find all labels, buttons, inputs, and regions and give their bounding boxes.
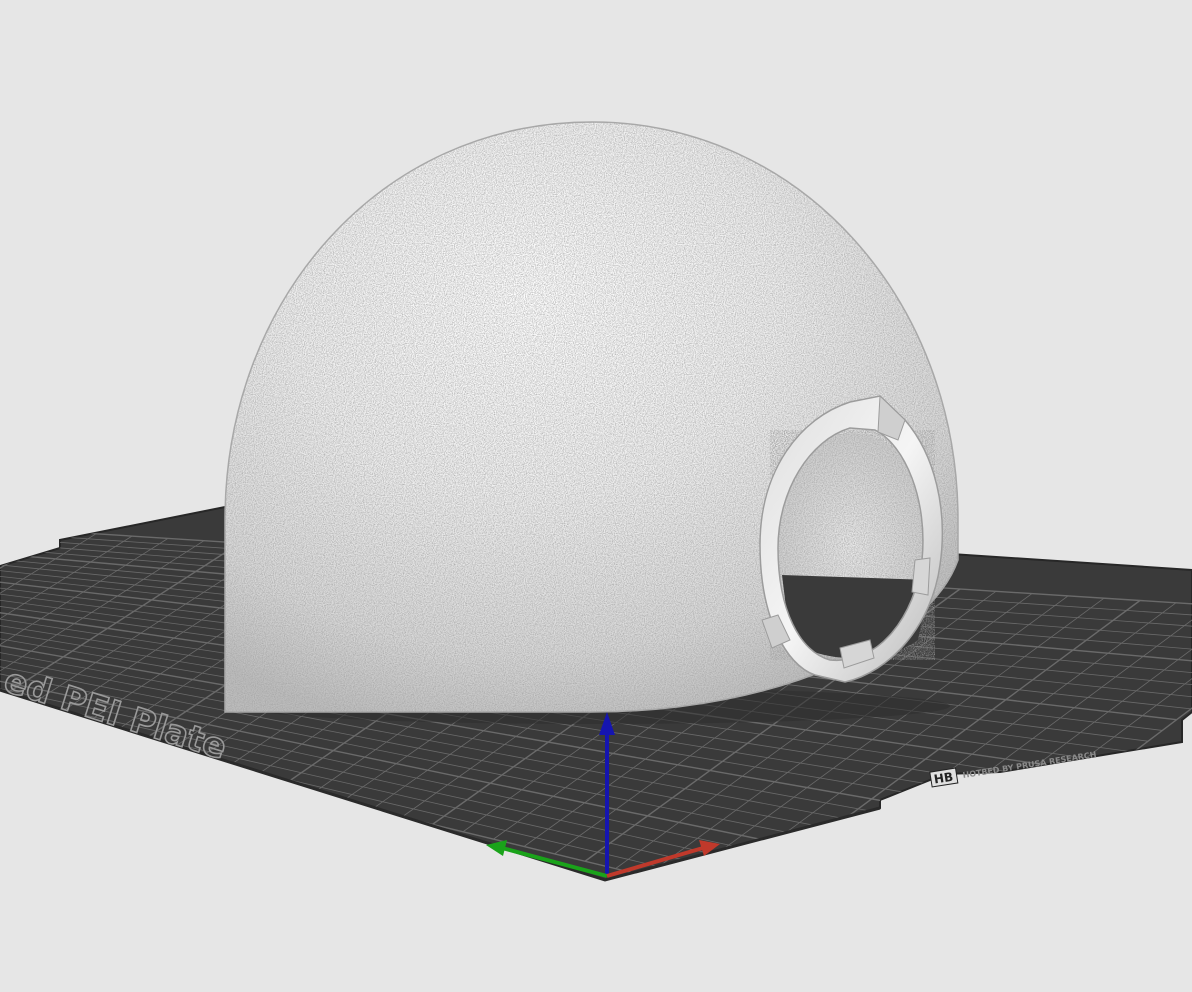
3d-viewport[interactable]: ed PEI Plate HB HOTBED BY PRUSA RESEARCH: [0, 0, 1192, 992]
scene-canvas[interactable]: ed PEI Plate HB HOTBED BY PRUSA RESEARCH: [0, 0, 1192, 992]
ring-tab-right: [911, 557, 931, 596]
dome-model[interactable]: [220, 118, 965, 718]
brand-mark-text: HB: [933, 770, 954, 787]
